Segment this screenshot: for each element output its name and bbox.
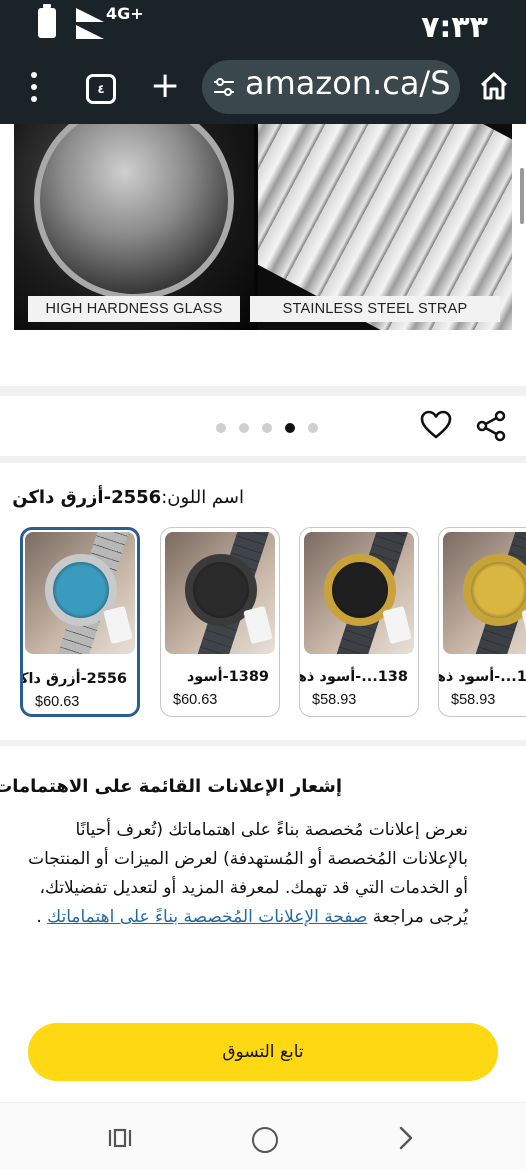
ads-notice-title: إشعار الإعلانات القائمة على الاهتمامات bbox=[0, 776, 342, 797]
tab-switcher-button[interactable]: ٤ bbox=[86, 74, 116, 104]
ads-notice-end: . bbox=[36, 907, 48, 927]
battery-icon bbox=[38, 4, 56, 38]
product-image-gallery[interactable]: HIGH HARDNESS GLASS STAINLESS STEEL STRA… bbox=[0, 124, 526, 386]
swatch-color-name: 138...-أسود ذهبي bbox=[300, 669, 408, 685]
carousel-dot[interactable] bbox=[239, 423, 249, 433]
caption-glass: HIGH HARDNESS GLASS bbox=[28, 296, 240, 322]
home-icon[interactable] bbox=[478, 70, 510, 102]
browser-menu-icon[interactable] bbox=[24, 72, 44, 102]
swatch-color-name: 2556-أزرق داكن bbox=[20, 671, 127, 687]
selected-color-label: اسم اللون:2556-أزرق داكن bbox=[12, 487, 244, 508]
swatch-price: $60.63 bbox=[35, 694, 80, 710]
carousel-dot-active[interactable] bbox=[285, 423, 295, 433]
carousel-dot[interactable] bbox=[216, 423, 226, 433]
caption-strap: STAINLESS STEEL STRAP bbox=[250, 296, 500, 322]
url-text[interactable]: amazon.ca/S bbox=[245, 64, 451, 102]
scrollbar[interactable] bbox=[520, 168, 524, 224]
price-tag-graphic bbox=[521, 605, 526, 645]
site-settings-icon[interactable] bbox=[214, 78, 234, 96]
watch-thumbnail bbox=[25, 532, 135, 654]
color-variants-section: اسم اللون:2556-أزرق داكن 2556-أزرق داكن$… bbox=[0, 463, 526, 740]
signal-icon bbox=[76, 8, 104, 39]
carousel-dot[interactable] bbox=[262, 423, 272, 433]
price-tag-graphic bbox=[103, 605, 133, 645]
swatch-color-name: 1389-أسود bbox=[186, 669, 269, 685]
watch-dial-graphic bbox=[463, 554, 526, 626]
home-button-icon[interactable] bbox=[252, 1127, 278, 1153]
color-swatch[interactable]: 1389-أسود $60.63 bbox=[160, 527, 280, 717]
share-icon[interactable] bbox=[476, 410, 506, 442]
tab-count: ٤ bbox=[97, 82, 105, 96]
clock: ٧:٣٣ bbox=[421, 10, 488, 45]
back-chevron-icon[interactable] bbox=[396, 1125, 416, 1151]
swatch-price: $58.93 bbox=[451, 692, 496, 708]
watch-thumbnail bbox=[304, 532, 414, 654]
system-nav-bar bbox=[0, 1103, 526, 1169]
price-tag-graphic bbox=[382, 605, 412, 645]
browser-top-bar: 4G+ ٧:٣٣ ٤ + amazon.ca/S bbox=[0, 0, 526, 124]
color-value: 2556-أزرق داكن bbox=[12, 487, 162, 508]
color-swatch[interactable]: 2556-أزرق داكن $60.63 bbox=[20, 527, 140, 717]
watch-thumbnail bbox=[443, 532, 526, 654]
recent-apps-icon[interactable] bbox=[108, 1127, 132, 1149]
wishlist-heart-icon[interactable] bbox=[420, 410, 452, 440]
swatch-color-name: 138...-أسود ذهبي bbox=[439, 669, 526, 685]
color-swatch[interactable]: 138...-أسود ذهبي $58.93 bbox=[299, 527, 419, 717]
swatch-price: $58.93 bbox=[312, 692, 357, 708]
watch-glass-image bbox=[34, 124, 234, 300]
new-tab-button[interactable]: + bbox=[150, 66, 180, 106]
ads-notice-body: نعرض إعلانات مُخصصة بناءً على اهتماماتك … bbox=[28, 816, 468, 932]
gallery-controls bbox=[0, 396, 526, 456]
watch-thumbnail bbox=[165, 532, 275, 654]
network-type: 4G+ bbox=[106, 4, 144, 23]
price-tag-graphic bbox=[243, 605, 273, 645]
carousel-dot[interactable] bbox=[308, 423, 318, 433]
color-swatch[interactable]: 138...-أسود ذهبي $58.93 bbox=[438, 527, 526, 717]
interest-based-ads-notice: إشعار الإعلانات القائمة على الاهتمامات ن… bbox=[0, 746, 526, 1102]
product-image[interactable]: HIGH HARDNESS GLASS STAINLESS STEEL STRA… bbox=[14, 124, 512, 330]
color-label: اسم اللون: bbox=[161, 487, 244, 508]
interest-ads-page-link[interactable]: صفحة الإعلانات المُخصصة بناءً على اهتمام… bbox=[47, 907, 367, 927]
address-bar[interactable]: amazon.ca/S bbox=[202, 60, 460, 114]
swatch-price: $60.63 bbox=[173, 692, 218, 708]
continue-shopping-button[interactable]: تابع التسوق bbox=[28, 1023, 498, 1081]
